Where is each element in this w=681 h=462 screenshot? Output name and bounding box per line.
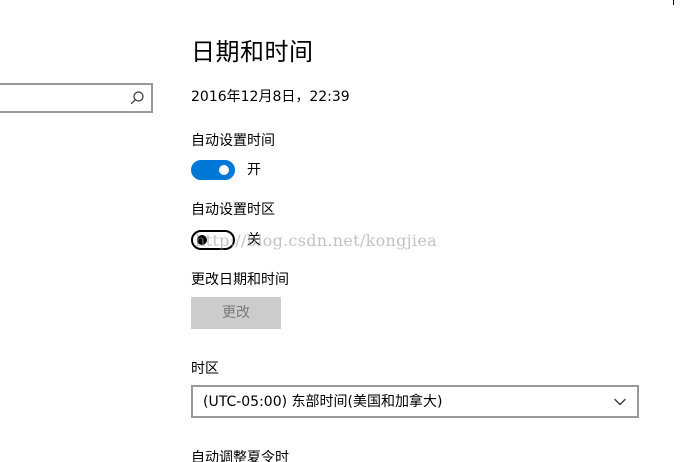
settings-search-input[interactable] [0,83,153,113]
timezone-select[interactable]: (UTC-05:00) 东部时间(美国和加拿大) [191,385,639,418]
date-time-settings-window: 日期和时间 2016年12月8日，22:39 自动设置时间 开 自动设置时区 关… [0,0,681,462]
auto-time-toggle[interactable] [191,160,235,180]
auto-timezone-state: 关 [247,232,261,248]
chevron-down-icon[interactable] [613,395,627,409]
timezone-label: 时区 [191,361,219,377]
search-icon[interactable] [129,90,145,106]
change-date-time-button[interactable]: 更改 [191,297,281,329]
window-corner-mark [673,0,674,5]
auto-time-state: 开 [247,162,261,178]
toggle-knob [197,235,207,245]
auto-timezone-toggle[interactable] [191,230,235,250]
change-date-time-label: 更改日期和时间 [191,272,289,288]
auto-time-label: 自动设置时间 [191,133,275,149]
dst-label: 自动调整夏令时 [191,450,289,462]
toggle-knob [219,165,229,175]
auto-timezone-label: 自动设置时区 [191,202,275,218]
page-title: 日期和时间 [191,38,314,66]
current-date-time: 2016年12月8日，22:39 [191,89,350,105]
timezone-selected-value: (UTC-05:00) 东部时间(美国和加拿大) [203,394,443,410]
